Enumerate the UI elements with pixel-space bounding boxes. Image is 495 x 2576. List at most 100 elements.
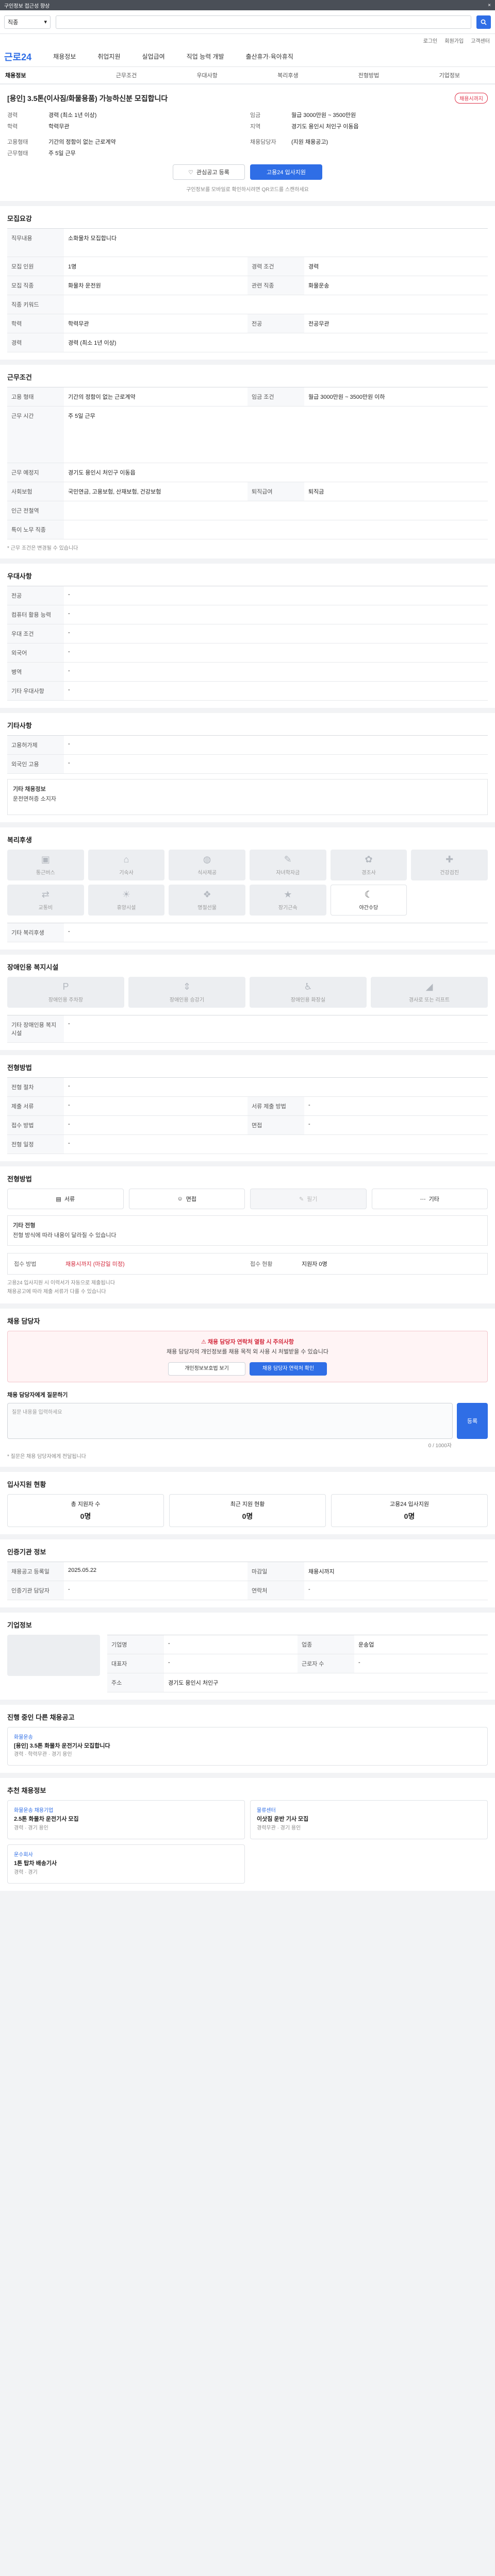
preference-section: 우대사항 전공 - 컴퓨터 활용 능력 - 우대 조건 - 외국어 - 병역 - 기타 우… <box>0 564 495 708</box>
table-row: 인근 전철역 <box>7 501 488 520</box>
table-header-cell: 대표자 <box>107 1654 164 1673</box>
table-row: 전형 절차 - <box>7 1078 488 1097</box>
table-cell: - <box>68 760 70 766</box>
table-cell: - <box>308 1121 310 1127</box>
signup-link[interactable]: 회원가입 <box>444 37 464 44</box>
table-row: 학력 학력무관 전공 전공무관 <box>7 314 488 333</box>
welfare-item: ★ 장기근속 <box>250 885 326 916</box>
table-row: 기업명 - 업종 운송업 <box>107 1635 488 1654</box>
table-cell: - <box>68 1121 70 1127</box>
recommend-org: 물류센터 <box>257 1808 276 1814</box>
chevron-down-icon: ▾ <box>44 19 47 25</box>
table-header-cell: 기타 우대사항 <box>7 682 64 700</box>
table-row: 접수 방법 - 면접 - <box>7 1116 488 1135</box>
night-icon: ☾ <box>364 889 373 900</box>
other-job-card[interactable]: 화물운송 [용인] 3.5톤 화물차 운전기사 모집합니다 경력 · 학력무관 … <box>7 1726 488 1766</box>
recommend-title: 2.5톤 화물차 운전기사 모집 <box>14 1816 79 1823</box>
welfare-label: 자녀학자금 <box>276 870 300 876</box>
apply-notes: 고용24 입사지원 시 이력서가 자동으로 제출됩니다 채용공고에 따라 제출 … <box>7 1279 488 1296</box>
table-header-cell: 근무 예정지 <box>7 463 64 482</box>
tab-welfare[interactable]: 복리후생 <box>248 71 328 79</box>
recommend-meta: 경력무관 · 경기 용인 <box>257 1825 301 1831</box>
notice-text: 구인정보 접근성 향상 <box>4 3 50 9</box>
table-row: 채용공고 등록일 2025.05.22 마감일 채용시까지 <box>7 1562 488 1581</box>
summary-value: 학력무관 <box>48 124 70 130</box>
facility-item: P 장애인용 주차장 <box>7 977 124 1008</box>
table-header-cell: 모집 인원 <box>7 257 64 276</box>
nav-item-support[interactable]: 취업지원 <box>97 52 120 61</box>
privacy-law-button[interactable]: 개인정보보호법 보기 <box>168 1362 245 1376</box>
table-header-cell: 채용공고 등록일 <box>7 1562 64 1581</box>
question-textarea[interactable]: 질문 내용을 입력하세요 <box>7 1402 453 1439</box>
save-job-label: 관심공고 등록 <box>196 170 229 176</box>
view-contact-button[interactable]: 채용 담당자 연락처 확인 <box>250 1362 327 1376</box>
table-row: 기타 우대사항 - <box>7 682 488 701</box>
table-row: 고용허가제 - <box>7 736 488 755</box>
question-form: 질문 내용을 입력하세요 등록 <box>7 1402 488 1439</box>
elevator-icon: ⇕ <box>183 981 191 992</box>
apply-key: 접수 현황 <box>250 1261 273 1268</box>
disability-etc-table: 기타 장애인용 복지시설 - <box>7 1015 488 1043</box>
tab-condition[interactable]: 근무조건 <box>86 71 167 79</box>
tab-company[interactable]: 기업정보 <box>409 71 490 79</box>
welfare-item: ◍ 식사제공 <box>169 850 245 880</box>
apply-note: 고용24 입사지원 시 이력서가 자동으로 제출됩니다 <box>7 1280 116 1286</box>
table-header-cell: 전공 <box>7 586 64 605</box>
login-link[interactable]: 로그인 <box>423 37 438 44</box>
etc-section: 기타사항 고용허가제 - 외국인 고용 - 기타 채용정보 운전면허증 소지자 <box>0 713 495 822</box>
alert-title: ⚠ 채용 담당자 연락처 열람 시 주의사항 <box>14 1337 481 1347</box>
method-label: 면접 <box>186 1196 196 1202</box>
etc-info-text: 운전면허증 소지자 <box>13 795 57 802</box>
table-header-cell: 경력 조건 <box>248 257 304 276</box>
method-note-box: 기타 전형 전형 방식에 따라 내용이 달라질 수 있습니다 <box>7 1215 488 1246</box>
nav-item-leave[interactable]: 출산휴가·육아휴직 <box>246 52 293 61</box>
save-job-button[interactable]: ♡ 관심공고 등록 <box>173 164 245 180</box>
table-cell: 기간의 정함이 없는 근로계약 <box>68 394 136 400</box>
agency-heading: 인증기관 정보 <box>7 1548 46 1556</box>
nav-item-jobs[interactable]: 채용정보 <box>53 52 76 61</box>
recommend-card[interactable]: 운수회사 1톤 탑차 배송기사 경력 · 경기 <box>7 1844 245 1884</box>
method-other: ⋯ 기타 <box>371 1189 488 1209</box>
table-header-cell: 기타 복리후생 <box>7 923 64 942</box>
apply-label: 고용24 입사지원 <box>266 170 306 176</box>
table-header-cell: 마감일 <box>248 1562 304 1581</box>
question-note: * 질문은 채용 담당자에게 전달됩니다 <box>7 1453 87 1460</box>
table-row: 특이 노무 직종 <box>7 520 488 539</box>
table-header-cell: 업종 <box>298 1635 354 1654</box>
tab-recruit[interactable]: 채용정보 <box>5 71 86 79</box>
stat-value: 0명 <box>80 1512 91 1520</box>
table-cell: 국민연금, 고용보험, 산재보험, 건강보험 <box>68 489 161 495</box>
heart-icon: ♡ <box>188 169 194 176</box>
table-cell: - <box>358 1659 360 1666</box>
company-logo-placeholder <box>7 1634 100 1676</box>
close-icon[interactable]: × <box>488 3 491 8</box>
table-header-cell: 고용 형태 <box>7 387 64 406</box>
recommend-card[interactable]: 화물운송 채용기업 2.5톤 화물차 운전기사 모집 경력 · 경기 용인 <box>7 1800 245 1839</box>
site-logo[interactable]: 근로24 <box>4 50 31 63</box>
table-row: 기타 복리후생 - <box>7 923 488 942</box>
nav-item-training[interactable]: 직업 능력 개발 <box>187 52 224 61</box>
apply-button[interactable]: 고용24 입사지원 <box>250 164 322 180</box>
recommend-card[interactable]: 물류센터 이삿짐 운반 기사 모집 경력무관 · 경기 용인 <box>250 1800 488 1839</box>
welfare-label: 건강검진 <box>440 870 459 876</box>
search-input[interactable] <box>56 15 471 29</box>
stat-label: 최근 지원 현황 <box>230 1501 265 1507</box>
search-category-select[interactable]: 직종 ▾ <box>4 15 51 29</box>
main-nav: 근로24 채용정보 취업지원 실업급여 직업 능력 개발 출산휴가·육아휴직 <box>0 46 495 67</box>
tab-preference[interactable]: 우대사항 <box>167 71 248 79</box>
table-row: 모집 인원 1명 경력 조건 경력 <box>7 257 488 276</box>
table-row: 병역 - <box>7 663 488 682</box>
disability-section: 장애인용 복지시설 P 장애인용 주차장 ⇕ 장애인용 승강기 ♿ 장애인용 화장실 … <box>0 955 495 1050</box>
question-submit-button[interactable]: 등록 <box>457 1402 488 1439</box>
utility-links: 로그인 회원가입 고객센터 <box>0 34 495 46</box>
table-header-cell: 전형 일정 <box>7 1135 64 1154</box>
tab-process[interactable]: 전형방법 <box>328 71 409 79</box>
disability-heading: 장애인용 복지시설 <box>7 963 59 971</box>
search-button[interactable] <box>476 15 491 29</box>
question-heading: 채용 담당자에게 질문하기 <box>7 1392 68 1398</box>
help-link[interactable]: 고객센터 <box>471 37 490 44</box>
nav-item-benefit[interactable]: 실업급여 <box>142 52 165 61</box>
table-cell: 채용시까지 <box>308 1568 335 1575</box>
company-table: 기업명 - 업종 운송업 대표자 - 근로자 수- 주소 경기도 용인시 처인구 <box>107 1634 488 1692</box>
table-row: 경력 경력 (최소 1년 이상) <box>7 333 488 352</box>
